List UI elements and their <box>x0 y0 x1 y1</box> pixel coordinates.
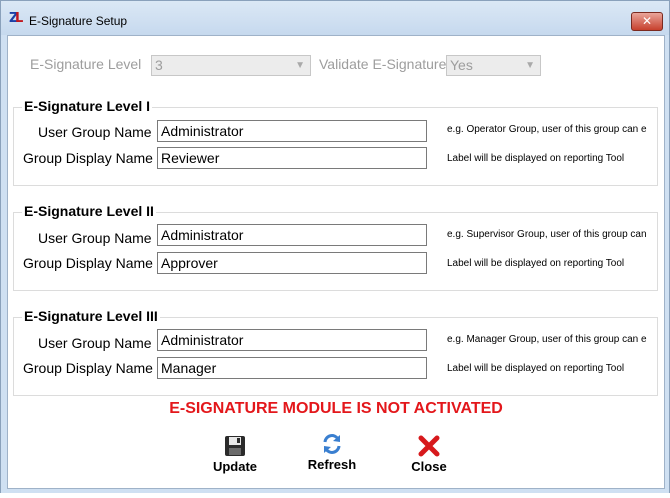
level-1-user-group-label: User Group Name <box>38 124 152 140</box>
esignature-level-select[interactable]: 3 ▼ <box>151 55 311 76</box>
close-button-label: Close <box>411 459 447 474</box>
module-not-activated-warning: E-SIGNATURE MODULE IS NOT ACTIVATED <box>169 400 503 417</box>
group-level-3-title: E-Signature Level III <box>22 308 160 324</box>
window-title: E-Signature Setup <box>29 14 128 28</box>
title-bar: ZL E-Signature Setup ✕ <box>1 1 669 35</box>
window-close-button[interactable]: ✕ <box>631 12 663 31</box>
level-2-user-group-hint: e.g. Supervisor Group, user of this grou… <box>447 229 647 240</box>
update-button[interactable]: Update <box>200 435 270 483</box>
close-button[interactable]: Close <box>394 435 464 483</box>
update-button-label: Update <box>212 459 258 474</box>
refresh-icon <box>323 434 341 454</box>
level-1-user-group-hint: e.g. Operator Group, user of this group … <box>447 124 647 135</box>
level-1-display-name-input[interactable]: Reviewer <box>157 147 427 169</box>
level-2-display-name-input[interactable]: Approver <box>157 252 427 274</box>
level-3-user-group-input[interactable]: Administrator <box>157 329 427 351</box>
level-1-display-name-hint: Label will be displayed on reporting Too… <box>447 153 625 164</box>
level-2-user-group-input[interactable]: Administrator <box>157 224 427 246</box>
level-3-user-group-label: User Group Name <box>38 335 152 351</box>
esignature-level-label: E-Signature Level <box>30 56 142 72</box>
esignature-setup-window: ZL E-Signature Setup ✕ E-Signature Level… <box>0 0 670 494</box>
bottom-strip <box>0 493 670 498</box>
group-level-1-title: E-Signature Level I <box>22 98 153 114</box>
app-icon: ZL <box>9 11 24 26</box>
level-1-display-name-label: Group Display Name <box>23 150 153 166</box>
level-2-display-name-label: Group Display Name <box>23 255 153 271</box>
save-disk-icon <box>225 436 245 456</box>
validate-esignature-label: Validate E-Signature <box>319 56 447 72</box>
level-3-display-name-label: Group Display Name <box>23 360 153 376</box>
dialog-body: E-Signature Level 3 ▼ Validate E-Signatu… <box>7 35 665 489</box>
refresh-button[interactable]: Refresh <box>297 433 367 481</box>
close-icon <box>418 435 440 457</box>
chevron-down-icon: ▼ <box>295 60 305 71</box>
level-3-display-name-input[interactable]: Manager <box>157 357 427 379</box>
validate-esignature-value: Yes <box>450 57 473 73</box>
level-3-user-group-hint: e.g. Manager Group, user of this group c… <box>447 334 647 345</box>
level-2-user-group-label: User Group Name <box>38 230 152 246</box>
level-3-display-name-hint: Label will be displayed on reporting Too… <box>447 363 625 374</box>
level-1-user-group-input[interactable]: Administrator <box>157 120 427 142</box>
refresh-button-label: Refresh <box>307 457 357 472</box>
esignature-level-value: 3 <box>155 57 163 73</box>
chevron-down-icon: ▼ <box>525 60 535 71</box>
validate-esignature-select[interactable]: Yes ▼ <box>446 55 541 76</box>
group-level-2-title: E-Signature Level II <box>22 203 156 219</box>
level-2-display-name-hint: Label will be displayed on reporting Too… <box>447 258 625 269</box>
